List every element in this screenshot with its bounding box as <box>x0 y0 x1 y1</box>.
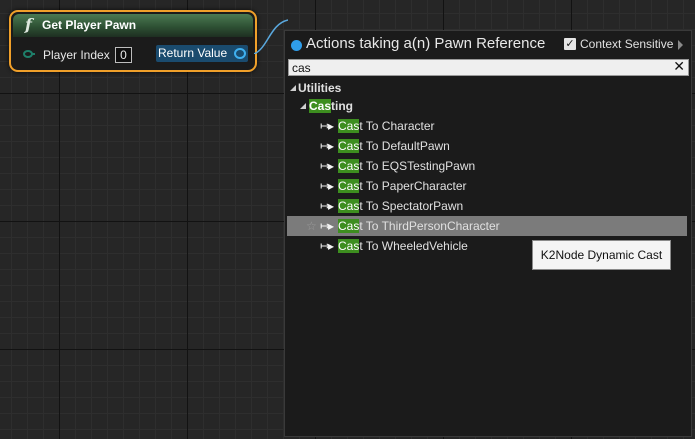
search-input[interactable] <box>292 60 662 75</box>
search-match: Cas <box>338 119 360 133</box>
cast-action-item[interactable]: ↦▸ Cast To Character <box>287 116 687 136</box>
cast-action-item[interactable]: ↦▸ Cast To SpectatorPawn <box>287 196 687 216</box>
actions-menu: Actions taking a(n) Pawn Reference ✓ Con… <box>284 30 692 437</box>
get-player-pawn-node[interactable]: f Get Player Pawn Player Index 0 Return … <box>9 10 257 72</box>
cast-arrow-icon: ↦▸ <box>320 239 334 253</box>
function-icon: f <box>25 15 32 34</box>
cast-action-rest: t To WheeledVehicle <box>359 239 468 253</box>
cast-action-rest: t To Character <box>359 119 435 133</box>
cast-action-item[interactable]: ↦▸ Cast To DefaultPawn <box>287 136 687 156</box>
subcategory-label: Casting <box>309 96 353 116</box>
context-sensitive-checkbox[interactable]: ✓ <box>564 38 576 50</box>
cast-arrow-icon: ↦▸ <box>320 219 334 233</box>
cast-action-item[interactable]: ☆ ↦▸ Cast To ThirdPersonCharacter <box>287 216 687 236</box>
cast-arrow-icon: ↦▸ <box>320 139 334 153</box>
cast-action-rest: t To PaperCharacter <box>359 179 467 193</box>
cast-arrow-icon: ↦▸ <box>320 179 334 193</box>
expanded-triangle-icon[interactable] <box>300 103 306 109</box>
blue-circle-icon <box>291 40 302 51</box>
cast-action-label: Cast To Character <box>338 116 435 136</box>
cast-action-label: Cast To SpectatorPawn <box>338 196 463 216</box>
player-index-pin-icon[interactable] <box>23 50 35 58</box>
menu-title: Actions taking a(n) Pawn Reference <box>306 35 546 52</box>
cast-action-rest: t To DefaultPawn <box>359 139 450 153</box>
context-sensitive-label[interactable]: Context Sensitive <box>580 37 673 51</box>
search-match: Cas <box>338 219 360 233</box>
category-casting[interactable]: Casting <box>287 96 687 116</box>
node-body: Player Index 0 Return Value <box>13 39 253 68</box>
cast-action-rest: t To SpectatorPawn <box>359 199 464 213</box>
search-match: Cas <box>338 199 360 213</box>
cast-action-label: Cast To DefaultPawn <box>338 136 450 156</box>
player-index-label: Player Index <box>43 48 110 62</box>
category-label: Utilities <box>298 81 342 95</box>
cast-arrow-icon: ↦▸ <box>320 119 334 133</box>
close-icon[interactable]: ✕ <box>673 60 685 75</box>
search-match: Cas <box>338 179 360 193</box>
menu-header: Actions taking a(n) Pawn Reference ✓ Con… <box>285 31 691 59</box>
cast-action-item[interactable]: ↦▸ Cast To PaperCharacter <box>287 176 687 196</box>
search-match: Cas <box>338 239 360 253</box>
dragged-wire <box>254 19 288 54</box>
expanded-triangle-icon[interactable] <box>290 85 296 91</box>
search-match: Cas <box>338 159 360 173</box>
return-value-label: Return Value <box>158 46 228 60</box>
search-box[interactable]: ✕ <box>288 59 689 76</box>
node-title: Get Player Pawn <box>42 18 137 32</box>
cast-action-label: Cast To ThirdPersonCharacter <box>338 216 500 236</box>
node-header[interactable]: f Get Player Pawn <box>13 14 253 37</box>
cast-action-item[interactable]: ↦▸ Cast To EQSTestingPawn <box>287 156 687 176</box>
category-utilities[interactable]: Utilities <box>287 78 687 98</box>
cast-action-label: Cast To EQSTestingPawn <box>338 156 475 176</box>
cast-action-label: Cast To PaperCharacter <box>338 176 467 196</box>
search-match: Cas <box>338 139 360 153</box>
cast-action-label: Cast To WheeledVehicle <box>338 236 468 256</box>
search-match: Cas <box>309 99 332 113</box>
chevron-right-icon[interactable] <box>678 40 683 50</box>
player-index-input[interactable]: 0 <box>115 47 132 63</box>
cast-action-rest: t To EQSTestingPawn <box>359 159 476 173</box>
cast-arrow-icon: ↦▸ <box>320 159 334 173</box>
cast-arrow-icon: ↦▸ <box>320 199 334 213</box>
star-icon[interactable]: ☆ <box>306 216 317 236</box>
cast-action-rest: t To ThirdPersonCharacter <box>359 219 500 233</box>
action-tooltip: K2Node Dynamic Cast <box>532 240 671 270</box>
return-value-pin-icon[interactable] <box>234 48 246 59</box>
subcategory-rest: ting <box>331 99 354 113</box>
